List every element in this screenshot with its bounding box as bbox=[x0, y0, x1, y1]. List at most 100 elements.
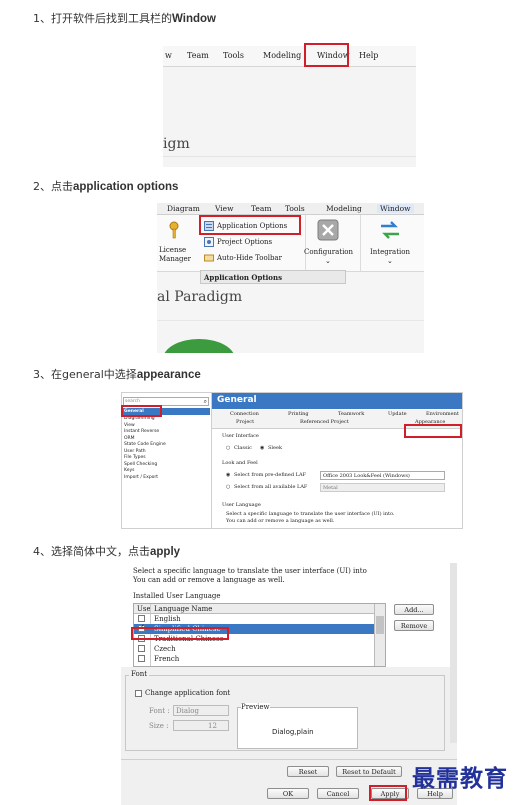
search-placeholder: search bbox=[125, 399, 140, 404]
menu-item-team[interactable]: Team bbox=[187, 51, 209, 60]
preview-label: Preview bbox=[241, 703, 270, 711]
nav-item-orm[interactable]: ORM bbox=[124, 436, 135, 441]
manager-label[interactable]: Manager bbox=[159, 255, 191, 263]
column-use: Use bbox=[137, 605, 151, 613]
size-select[interactable]: 12 bbox=[173, 720, 229, 731]
step-1-text: 1、打开软件后找到工具栏的 bbox=[33, 12, 172, 25]
tab-connection[interactable]: Connection bbox=[230, 411, 259, 417]
divider bbox=[163, 156, 416, 157]
installed-language-label: Installed User Language bbox=[133, 592, 221, 600]
step-4: 4、选择简体中文，点击apply bbox=[33, 543, 180, 559]
nav-item-import-export[interactable]: Import / Export bbox=[124, 475, 158, 480]
checkbox[interactable] bbox=[138, 615, 145, 622]
license-label[interactable]: License bbox=[159, 246, 186, 254]
radio-laf-pre-icon[interactable]: ◉ bbox=[226, 472, 230, 478]
ribbon-group-label: Application Options bbox=[200, 270, 346, 284]
page-scrollbar[interactable] bbox=[450, 563, 457, 743]
menu-item-tools[interactable]: Tools bbox=[223, 51, 244, 60]
highlight-window bbox=[304, 43, 349, 67]
tab-referenced-project[interactable]: Referenced Project bbox=[300, 419, 349, 425]
nav-item-user-path[interactable]: User Path bbox=[124, 449, 146, 454]
scrollbar-thumb[interactable] bbox=[376, 616, 384, 634]
checkbox[interactable] bbox=[138, 655, 145, 662]
radio-sleek-icon[interactable]: ◉ bbox=[260, 445, 264, 451]
integration-label[interactable]: Integration bbox=[370, 248, 410, 256]
user-interface-label: User Interface bbox=[222, 433, 259, 439]
page-title: General bbox=[212, 393, 462, 409]
nav-item-view[interactable]: View bbox=[124, 423, 135, 428]
cancel-button[interactable]: Cancel bbox=[317, 788, 359, 799]
font-value: Dialog bbox=[176, 707, 199, 715]
preview-box: Dialog,plain bbox=[237, 707, 358, 749]
change-font-label: Change application font bbox=[145, 689, 231, 697]
size-label: Size : bbox=[149, 722, 169, 730]
list-item[interactable]: English bbox=[134, 614, 374, 624]
radio-classic-icon[interactable]: ○ bbox=[226, 445, 230, 451]
configuration-label[interactable]: Configuration bbox=[304, 248, 353, 256]
step-4-keyword: apply bbox=[150, 546, 181, 558]
menu-auto-hide-toolbar[interactable]: Auto-Hide Toolbar bbox=[202, 252, 298, 264]
language-description-2: You can add or remove a language as well… bbox=[133, 576, 285, 584]
language-english: English bbox=[154, 615, 181, 623]
font-label: Font : bbox=[149, 707, 170, 715]
tab-environment[interactable]: Environment bbox=[426, 411, 459, 417]
reset-to-default-button[interactable]: Reset to Default bbox=[336, 766, 402, 777]
nav-item-instant-reverse[interactable]: Instant Reverse bbox=[124, 429, 159, 434]
nav-item-file-types[interactable]: File Types bbox=[124, 455, 146, 460]
menu-item-modeling[interactable]: Modeling bbox=[326, 204, 362, 213]
tab-teamwork[interactable]: Teamwork bbox=[338, 411, 364, 417]
language-description-1: Select a specific language to translate … bbox=[226, 511, 395, 517]
list-item[interactable]: French bbox=[134, 654, 374, 664]
highlight-apply bbox=[369, 785, 407, 801]
configuration-icon bbox=[317, 219, 339, 241]
nav-item-spell-checking[interactable]: Spell Checking bbox=[124, 462, 157, 467]
add-language-button[interactable]: Add... bbox=[394, 604, 434, 615]
step-3-text: 3、在general中选择 bbox=[33, 368, 137, 381]
remove-language-button[interactable]: Remove bbox=[394, 620, 434, 631]
checkbox[interactable] bbox=[138, 645, 145, 652]
ok-button[interactable]: OK bbox=[267, 788, 309, 799]
page-title-text: General bbox=[217, 395, 257, 405]
reset-button[interactable]: Reset bbox=[287, 766, 329, 777]
menu-item-diagram[interactable]: Diagram bbox=[167, 204, 200, 213]
tab-update[interactable]: Update bbox=[388, 411, 407, 417]
highlight-appearance bbox=[404, 424, 462, 438]
menu-bar: Diagram View Team Tools Modeling Window bbox=[157, 203, 424, 215]
chevron-down-icon[interactable]: ⌄ bbox=[325, 257, 331, 265]
auto-hide-label: Auto-Hide Toolbar bbox=[217, 254, 282, 262]
list-item[interactable]: Czech bbox=[134, 644, 374, 654]
change-font-checkbox[interactable] bbox=[135, 690, 142, 697]
highlight-application-options bbox=[199, 215, 301, 235]
tab-project[interactable]: Project bbox=[236, 419, 254, 425]
divider bbox=[121, 759, 457, 760]
screenshot-general-options: search ⌕ General Diagramming View Instan… bbox=[121, 392, 463, 529]
scrollbar[interactable] bbox=[374, 604, 385, 666]
laf-all-select[interactable]: Metal bbox=[320, 483, 445, 492]
laf-pre-label: Select from pre-defined LAF bbox=[234, 472, 307, 478]
font-select[interactable]: Dialog bbox=[173, 705, 229, 716]
menu-item-partial[interactable]: w bbox=[165, 51, 172, 60]
menu-item-modeling[interactable]: Modeling bbox=[263, 51, 301, 60]
step-2: 2、点击application options bbox=[33, 178, 178, 194]
menu-project-options[interactable]: Project Options bbox=[202, 236, 298, 248]
ribbon-divider bbox=[305, 215, 306, 271]
language-french: French bbox=[154, 655, 180, 663]
menu-item-view[interactable]: View bbox=[215, 204, 234, 213]
menu-item-team[interactable]: Team bbox=[251, 204, 271, 213]
search-icon[interactable]: ⌕ bbox=[204, 398, 207, 406]
step-1: 1、打开软件后找到工具栏的Window bbox=[33, 10, 216, 26]
nav-item-keys[interactable]: Keys bbox=[124, 468, 135, 473]
screenshot-window-menu: w Team Tools Modeling Window Help igm bbox=[163, 46, 416, 167]
divider bbox=[157, 320, 424, 321]
radio-laf-all-icon[interactable]: ○ bbox=[226, 484, 230, 490]
menu-item-help[interactable]: Help bbox=[359, 51, 378, 60]
menu-item-tools[interactable]: Tools bbox=[285, 204, 305, 213]
laf-pre-select[interactable]: Office 2003 Look&Feel (Windows) bbox=[320, 471, 445, 480]
look-and-feel-label: Look and Feel bbox=[222, 460, 258, 466]
menu-item-window[interactable]: Window bbox=[377, 204, 414, 213]
chevron-down-icon[interactable]: ⌄ bbox=[387, 257, 393, 265]
tab-printing[interactable]: Printing bbox=[288, 411, 309, 417]
column-language-name: Language Name bbox=[154, 605, 213, 613]
classic-label: Classic bbox=[234, 445, 252, 451]
nav-item-state-code-engine[interactable]: State Code Engine bbox=[124, 442, 166, 447]
